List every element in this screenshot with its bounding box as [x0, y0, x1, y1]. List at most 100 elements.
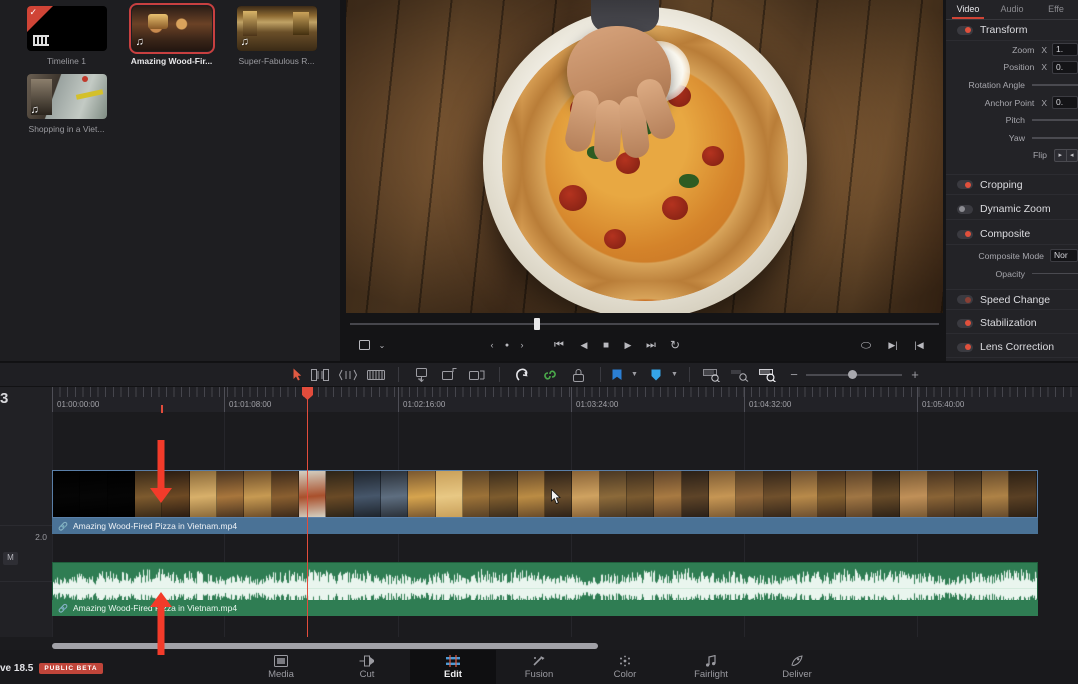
page-button-color[interactable]: Color [582, 650, 668, 684]
razor-edit-tool[interactable] [362, 362, 390, 387]
replace-clip-button[interactable] [463, 362, 491, 387]
trim-edit-tool[interactable] [306, 362, 334, 387]
page-button-fusion[interactable]: Fusion [496, 650, 582, 684]
timeline-marker-tick[interactable] [161, 405, 163, 413]
section-composite[interactable]: Composite [946, 224, 1078, 246]
anchor-x-input[interactable]: 0. [1052, 96, 1078, 110]
composite-mode-select[interactable]: Nor [1050, 249, 1078, 263]
jump-to-end-button[interactable]: ⏭ [639, 334, 663, 356]
timeline-tracks-area[interactable]: 🔗 Amazing Wood-Fired Pizza in Vietnam.mp… [52, 412, 1078, 637]
section-transform[interactable]: Transform [946, 20, 1078, 41]
mark-in-button[interactable]: |◀ [907, 334, 931, 356]
media-thumbnail[interactable]: ♫ [128, 3, 215, 54]
media-item-shopping-vietnam[interactable]: ♫ Shopping in a Viet... [14, 74, 119, 134]
field-position[interactable]: Position X 0. [946, 59, 1078, 77]
field-yaw[interactable]: Yaw [946, 129, 1078, 147]
field-opacity[interactable]: Opacity [946, 265, 1078, 283]
media-thumbnail[interactable]: ♫ [26, 74, 107, 119]
mark-out-button[interactable]: ▶| [881, 334, 905, 356]
stabilization-toggle[interactable] [957, 318, 973, 328]
loop-button[interactable]: ↻ [663, 334, 687, 356]
play-forward-button[interactable]: ▶ [616, 334, 640, 356]
media-thumbnail[interactable]: ♫ [236, 6, 317, 51]
field-pitch[interactable]: Pitch [946, 111, 1078, 129]
jump-to-start-button[interactable]: ⏮ [547, 334, 571, 356]
yaw-slider[interactable] [1032, 137, 1078, 139]
flag-button[interactable] [609, 362, 625, 387]
page-button-media[interactable]: Media [238, 650, 324, 684]
marker-dropdown-caret-icon[interactable]: ▼ [665, 362, 681, 387]
section-dynamic-zoom[interactable]: Dynamic Zoom [946, 199, 1078, 221]
lock-tracks-button[interactable] [564, 362, 592, 387]
flag-dropdown-caret-icon[interactable]: ▼ [625, 362, 641, 387]
field-rotation-angle[interactable]: Rotation Angle [946, 76, 1078, 94]
transform-toggle[interactable] [957, 25, 973, 35]
track-header-v1[interactable] [0, 470, 52, 526]
opacity-slider[interactable] [1032, 272, 1078, 275]
lens-correction-toggle[interactable] [957, 342, 973, 352]
timeline-scrollbar[interactable] [52, 642, 1078, 650]
media-item-timeline-1[interactable]: ✓ Timeline 1 [14, 6, 119, 66]
zoom-to-fit-button[interactable] [698, 362, 726, 387]
flip-buttons[interactable]: ▸ ◂ [1054, 148, 1078, 162]
overwrite-clip-button[interactable] [435, 362, 463, 387]
page-button-fairlight[interactable]: Fairlight [668, 650, 754, 684]
section-speed-change[interactable]: Speed Change [946, 289, 1078, 311]
flip-vertical-icon[interactable]: ◂ [1067, 150, 1078, 161]
aspect-dropdown-caret-icon[interactable]: ⌄ [370, 334, 394, 356]
composite-toggle[interactable] [957, 229, 973, 239]
section-cropping[interactable]: Cropping [946, 174, 1078, 196]
timeline-playhead[interactable] [302, 387, 313, 637]
snapping-button[interactable] [508, 362, 536, 387]
detail-zoom-button[interactable] [726, 362, 754, 387]
pitch-slider[interactable] [1032, 119, 1078, 121]
flip-horizontal-icon[interactable]: ▸ [1055, 149, 1067, 161]
play-reverse-button[interactable]: ◀ [572, 334, 596, 356]
cropping-toggle[interactable] [957, 180, 973, 190]
track-header-a1[interactable]: 2.0 M [0, 526, 52, 582]
media-item-amazing-wood-fired[interactable]: ♫ Amazing Wood-Fir... [119, 3, 224, 66]
field-zoom[interactable]: Zoom X 1. [946, 41, 1078, 59]
field-composite-mode[interactable]: Composite Mode Nor [946, 247, 1078, 265]
page-button-deliver[interactable]: Deliver [754, 650, 840, 684]
page-button-cut[interactable]: Cut [324, 650, 410, 684]
viewer-scrubber[interactable] [346, 318, 943, 330]
field-flip[interactable]: Flip ▸ ◂ [946, 147, 1078, 165]
position-x-input[interactable]: 0. [1052, 60, 1078, 74]
linked-selection-button[interactable] [536, 362, 564, 387]
insert-clip-button[interactable] [407, 362, 435, 387]
marker-button[interactable] [647, 362, 665, 387]
video-clip[interactable] [52, 470, 1038, 518]
section-stabilization[interactable]: Stabilization [946, 313, 1078, 335]
speed-change-toggle[interactable] [957, 295, 973, 305]
rotation-slider[interactable] [1032, 84, 1078, 86]
field-anchor-point[interactable]: Anchor Point X 0. [946, 94, 1078, 112]
filmstrip-frame [599, 471, 627, 517]
zoom-x-input[interactable]: 1. [1052, 43, 1078, 57]
stop-button[interactable]: ■ [594, 334, 618, 356]
next-marker-button[interactable]: › [510, 334, 534, 356]
page-button-edit[interactable]: Edit [410, 650, 496, 684]
selection-tool[interactable] [288, 362, 306, 387]
tab-effects[interactable]: Effe [1034, 0, 1078, 19]
dynamic-zoom-toggle[interactable] [957, 204, 973, 214]
section-lens-correction[interactable]: Lens Correction [946, 337, 1078, 359]
media-item-super-fabulous[interactable]: ♫ Super-Fabulous R... [224, 6, 329, 66]
tab-video[interactable]: Video [946, 0, 990, 19]
snapshot-button[interactable]: ⬭ [854, 334, 878, 356]
viewer-canvas[interactable] [346, 0, 943, 313]
media-thumbnail[interactable]: ✓ [26, 6, 107, 51]
custom-zoom-button[interactable] [754, 362, 782, 387]
zoom-in-button[interactable]: + [902, 362, 928, 387]
zoom-slider-knob[interactable] [848, 369, 858, 379]
dynamic-trim-tool[interactable] [334, 362, 362, 387]
zoom-out-button[interactable]: − [782, 362, 806, 387]
scrubber-playhead[interactable] [534, 318, 541, 330]
timeline-scrollbar-thumb[interactable] [52, 643, 598, 649]
timeline-ruler[interactable]: 01:00:00:00 01:01:08:00 01:02:16:00 01:0… [52, 387, 1078, 412]
mute-button[interactable]: M [3, 552, 18, 565]
tab-audio[interactable]: Audio [990, 0, 1034, 19]
audio-clip-name-bar[interactable]: 🔗 Amazing Wood-Fired Pizza in Vietnam.mp… [52, 600, 1038, 616]
video-clip-name-bar[interactable]: 🔗 Amazing Wood-Fired Pizza in Vietnam.mp… [52, 518, 1038, 534]
timeline-zoom-slider[interactable] [806, 369, 902, 381]
